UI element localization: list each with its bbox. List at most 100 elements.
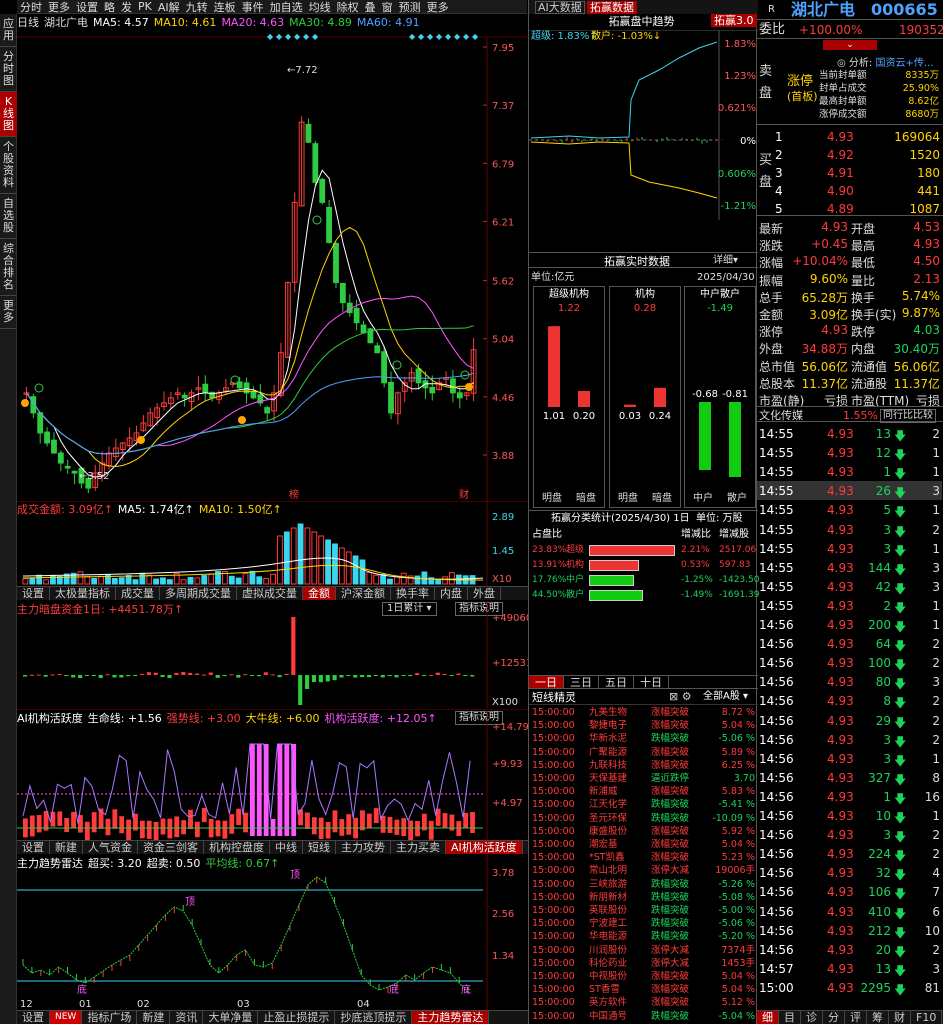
- toolbar-item[interactable]: 叠: [362, 0, 379, 15]
- quote-bottom-tab[interactable]: 分: [823, 1011, 845, 1024]
- vtab-item[interactable]: 个股资料: [0, 137, 17, 194]
- toolbar-item[interactable]: 事件: [239, 0, 267, 15]
- tick-row[interactable]: 14:56 4.93 80 🡇 3: [757, 672, 942, 691]
- tick-row[interactable]: 14:56 4.93 20 🡇 2: [757, 940, 942, 959]
- tick-row[interactable]: 14:55 4.93 42 🡇 3: [757, 577, 942, 596]
- toolbar-item[interactable]: 加自选: [267, 0, 306, 15]
- quote-bottom-tab[interactable]: 目: [779, 1011, 801, 1024]
- sprites-toolbar-icons[interactable]: ⊠ ⚙: [669, 691, 692, 702]
- toolbar-item[interactable]: 设置: [73, 0, 101, 15]
- sprite-row[interactable]: 15:00:00 黎捷电子 涨幅突破 5.04 %: [529, 719, 758, 732]
- toolbar-item[interactable]: 预测: [396, 0, 424, 15]
- tick-row[interactable]: 14:56 4.93 10 🡇 1: [757, 806, 942, 825]
- ai-activity-panel[interactable]: AI机构活跃度 生命线: +1.56 强势线: +3.00 大牛线: +6.00 机构活…: [17, 709, 528, 841]
- toolbar-item[interactable]: 窗: [379, 0, 396, 15]
- sprite-row[interactable]: 15:00:00 康盛股份 涨幅突破 5.92 %: [529, 825, 758, 838]
- kline-chart[interactable]: 7.957.376.796.215.625.044.463.88◆ ◆ ◆ ◆ ◆ ◆ ◆ ◆…: [17, 15, 528, 502]
- toolbar-item[interactable]: 更多: [45, 0, 73, 15]
- indicator-tab[interactable]: 新建: [50, 841, 83, 854]
- tick-row[interactable]: 14:56 4.93 410 🡇 6: [757, 902, 942, 921]
- tuoying-data-tab[interactable]: 拓赢数据: [587, 1, 637, 14]
- indicator-tab[interactable]: 沪深金额: [336, 587, 391, 600]
- sprite-row[interactable]: 15:00:00 英联股份 跌幅突破 -5.00 %: [529, 904, 758, 917]
- vtab-item[interactable]: 自选股: [0, 194, 17, 239]
- sprite-row[interactable]: 15:00:00 三峡旅游 跌幅突破 -5.26 %: [529, 878, 758, 891]
- sprite-row[interactable]: 15:00:00 川润股份 涨停大减 7374手: [529, 944, 758, 957]
- quote-bottom-tab[interactable]: 财: [889, 1011, 911, 1024]
- main-fund-panel[interactable]: 主力暗盘资金1日: +4451.78万↑ 1日累计 ▾ 指标说明 +490602…: [17, 601, 528, 708]
- toolbar-item[interactable]: 连板: [211, 0, 239, 15]
- vtab-item[interactable]: 应用: [0, 14, 17, 47]
- tick-row[interactable]: 14:55 4.93 13 🡇 2: [757, 424, 942, 443]
- toolbar-item[interactable]: 九转: [183, 0, 211, 15]
- ai-bigdata-tab[interactable]: AI大数据: [535, 1, 585, 14]
- sprite-row[interactable]: 15:00:00 ST香雪 涨幅突破 5.04 %: [529, 983, 758, 996]
- indicator-tab[interactable]: 外盘: [468, 587, 501, 600]
- toolbar-item[interactable]: AI解: [155, 0, 183, 15]
- quote-bottom-tab[interactable]: 细: [757, 1011, 779, 1024]
- tick-row[interactable]: 14:56 4.93 32 🡇 4: [757, 863, 942, 882]
- period-tab[interactable]: 十日: [634, 676, 669, 689]
- toolbar-item[interactable]: PK: [135, 0, 155, 13]
- sprite-row[interactable]: 15:00:00 广聚能源 涨幅突破 5.89 %: [529, 746, 758, 759]
- indicator-tab[interactable]: 新建: [137, 1011, 171, 1024]
- tick-row[interactable]: 14:56 4.93 212 🡇 10: [757, 921, 942, 940]
- sprite-row[interactable]: 15:00:00 常山北明 涨停大减 19006手: [529, 864, 758, 877]
- industry-compare-button[interactable]: 同行比比较: [880, 409, 936, 423]
- indicator-tab[interactable]: 虚拟成交量: [237, 587, 303, 600]
- tick-row[interactable]: 14:56 4.93 1 🡇 16: [757, 787, 942, 806]
- tick-row[interactable]: 14:55 4.93 3 🡇 2: [757, 520, 942, 539]
- tick-row[interactable]: 14:55 4.93 12 🡇 1: [757, 443, 942, 462]
- vtab-item[interactable]: 分时图: [0, 47, 17, 92]
- indicator-tab[interactable]: 主力趋势雷达: [412, 1011, 490, 1024]
- tick-row[interactable]: 14:56 4.93 8 🡇 2: [757, 691, 942, 710]
- toolbar-item[interactable]: 发: [118, 0, 135, 15]
- period-tab[interactable]: 三日: [564, 676, 599, 689]
- tick-row[interactable]: 14:55 4.93 3 🡇 1: [757, 539, 942, 558]
- tick-row[interactable]: 14:56 4.93 224 🡇 2: [757, 844, 942, 863]
- analysis-row[interactable]: ◎ 分析: 国资云+传...: [837, 59, 933, 69]
- sprite-row[interactable]: 15:00:00 科伦药业 涨停大减 1453手: [529, 957, 758, 970]
- tick-row[interactable]: 14:56 4.93 100 🡇 2: [757, 653, 942, 672]
- tick-row[interactable]: 15:00 4.93 2295 🡇 81: [757, 978, 942, 997]
- indicator-tab[interactable]: 换手率: [391, 587, 435, 600]
- sprite-row[interactable]: 15:00:00 中国通号 跌幅突破 -5.04 %: [529, 1010, 758, 1023]
- toolbar-item[interactable]: 除权: [334, 0, 362, 15]
- quote-bottom-tab[interactable]: 评: [845, 1011, 867, 1024]
- sprite-row[interactable]: 15:00:00 潮宏基 涨幅突破 5.04 %: [529, 838, 758, 851]
- quote-bottom-tab[interactable]: 筹: [867, 1011, 889, 1024]
- indicator-tab[interactable]: 设置: [17, 841, 50, 854]
- vtab-item[interactable]: 综合排名: [0, 239, 17, 296]
- sector-name[interactable]: 文化传媒: [759, 410, 803, 421]
- sprite-row[interactable]: 15:00:00 新朋新材 跌幅突破 -5.08 %: [529, 891, 758, 904]
- indicator-tab[interactable]: 指标广场: [82, 1011, 138, 1024]
- tick-row[interactable]: 14:56 4.93 200 🡇 1: [757, 615, 942, 634]
- sprite-row[interactable]: 15:00:00 九美生物 涨幅突破 8.72 %: [529, 706, 758, 719]
- tick-row[interactable]: 14:56 4.93 29 🡇 2: [757, 711, 942, 730]
- indicator-tab[interactable]: 机构控盘度: [204, 841, 270, 854]
- quote-bottom-tab[interactable]: 诊: [801, 1011, 823, 1024]
- tick-row[interactable]: 14:55 4.93 5 🡇 1: [757, 500, 942, 519]
- sprite-row[interactable]: 15:00:00 华电能源 跌幅突破 -5.20 %: [529, 930, 758, 943]
- indicator-tab[interactable]: 设置: [17, 587, 50, 600]
- indicator-tab[interactable]: 资金三剑客: [138, 841, 204, 854]
- kline-panel[interactable]: 日线 湖北广电 MA5: 4.57 MA10: 4.61 MA20: 4.63 MA30:…: [17, 15, 528, 502]
- indicator-tab[interactable]: 主力买卖: [391, 841, 446, 854]
- tick-row[interactable]: 14:56 4.93 64 🡇 2: [757, 634, 942, 653]
- toolbar-item[interactable]: 均线: [306, 0, 334, 15]
- tuoying-version-button[interactable]: 拓赢3.0: [711, 14, 757, 27]
- tick-row[interactable]: 14:55 4.93 2 🡇 1: [757, 596, 942, 615]
- sprite-row[interactable]: 15:00:00 宁波建工 跌幅突破 -5.06 %: [529, 917, 758, 930]
- indicator-tab[interactable]: NEW: [50, 1011, 83, 1024]
- sprite-row[interactable]: 15:00:00 天保基建 逼近跌停 3.70: [529, 772, 758, 785]
- indicator-tab[interactable]: 止盈止损提示: [258, 1011, 336, 1024]
- tick-row[interactable]: 14:55 4.93 144 🡇 3: [757, 558, 942, 577]
- toolbar-item[interactable]: 略: [101, 0, 118, 15]
- period-tab[interactable]: 五日: [599, 676, 634, 689]
- radar-panel[interactable]: 主力趋势雷达 超买: 3.20 超卖: 0.50 平均线: 0.67↑ 3.78 2.5…: [17, 855, 528, 1010]
- indicator-tab[interactable]: AI机构活跃度: [446, 841, 523, 854]
- tick-row[interactable]: 14:56 4.93 3 🡇 2: [757, 825, 942, 844]
- period-tab[interactable]: 一日: [529, 676, 564, 689]
- sprite-row[interactable]: 15:00:00 九联科技 涨幅突破 6.25 %: [529, 759, 758, 772]
- sprite-row[interactable]: 15:00:00 新浦威 涨幅突破 5.83 %: [529, 785, 758, 798]
